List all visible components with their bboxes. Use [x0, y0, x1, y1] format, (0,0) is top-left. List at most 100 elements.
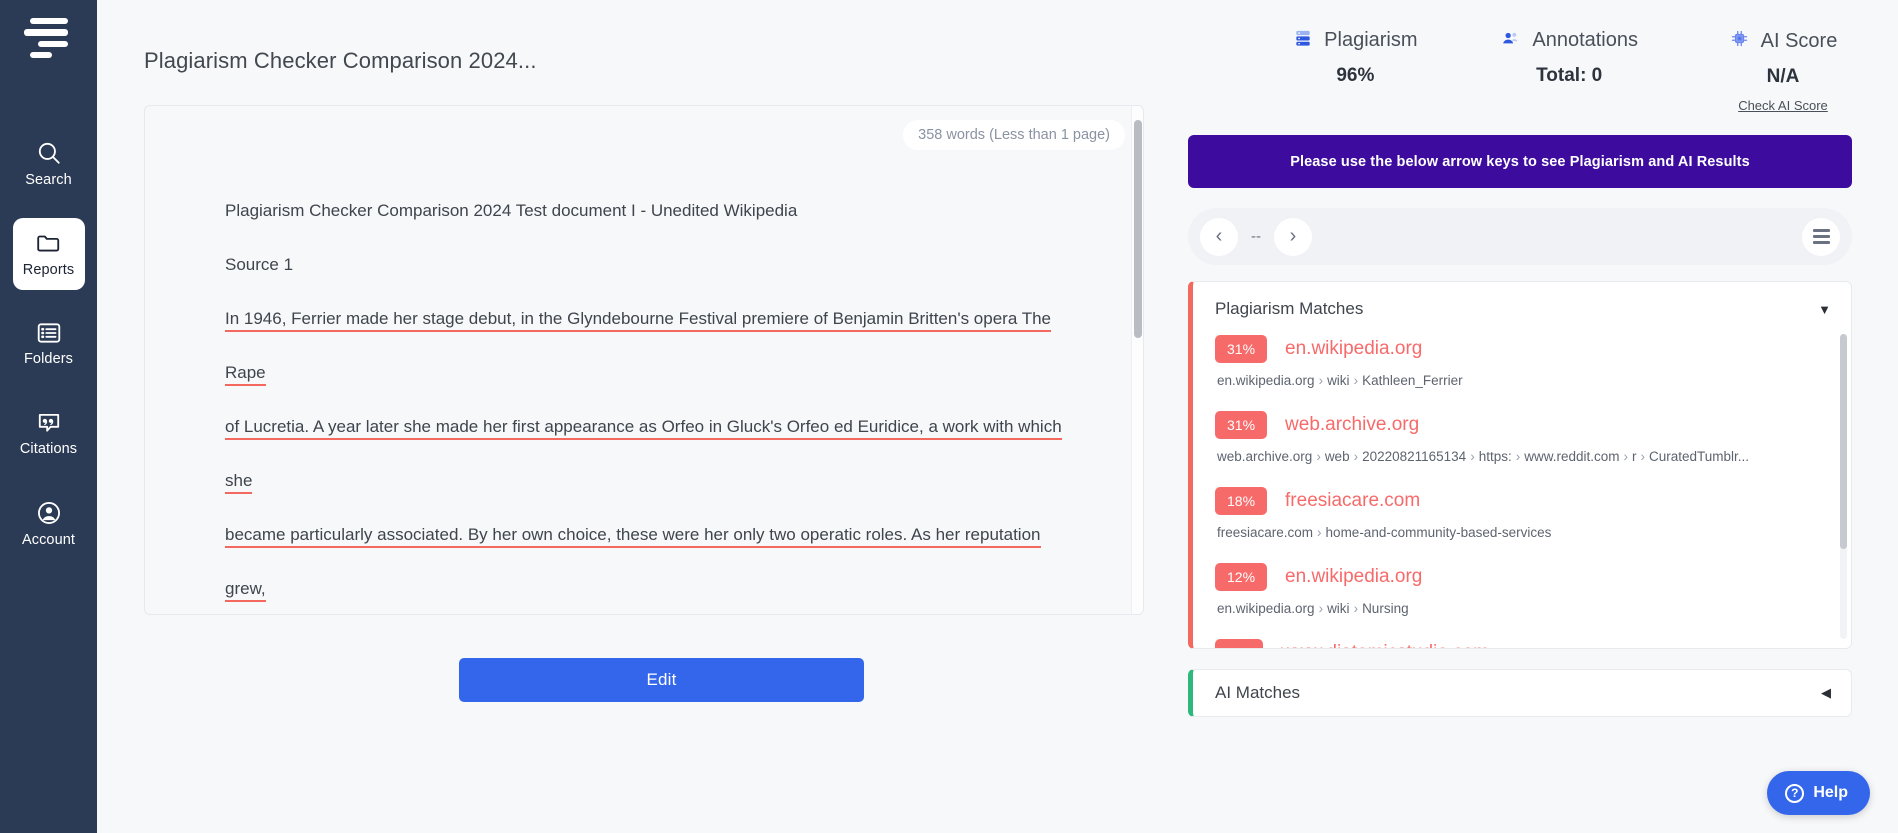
document-line: became particularly associated. By her o… [225, 508, 1083, 614]
match-item[interactable]: 6% www.diatomicstudio.com www.diatomicst… [1215, 639, 1831, 648]
stat-value: 96% [1336, 65, 1375, 86]
stat-plagiarism: Plagiarism 96% [1290, 28, 1420, 87]
sidebar-item-citations[interactable]: Citations [13, 398, 85, 470]
check-ai-score-link[interactable]: Check AI Score [1738, 98, 1828, 113]
breadcrumb-part: wiki [1327, 601, 1350, 616]
help-label: Help [1813, 784, 1848, 801]
match-breadcrumb: freesiacare.com › home-and-community-based… [1217, 525, 1552, 540]
prev-match-button[interactable]: ‹ [1200, 217, 1238, 256]
sidebar-item-search[interactable]: Search [13, 128, 85, 200]
stat-label: Annotations [1532, 29, 1638, 51]
stat-label: AI Score [1760, 29, 1838, 52]
breadcrumb-part: Nursing [1362, 601, 1409, 616]
account-icon [36, 500, 62, 526]
chevron-down-icon[interactable]: ▼ [1818, 303, 1831, 316]
match-item[interactable]: 18% freesiacare.com freesiacare.com › home… [1215, 487, 1831, 540]
document-wrapper: 358 words (Less than 1 page) Plagiarism … [144, 105, 1156, 702]
question-circle-icon: ? [1785, 783, 1805, 803]
plagiarism-highlight[interactable]: of Lucretia. [225, 417, 310, 440]
match-item[interactable]: 12% en.wikipedia.org en.wikipedia.org › wi… [1215, 563, 1831, 616]
breadcrumb-part: 20220821165134 [1362, 449, 1467, 464]
match-domain-link[interactable]: en.wikipedia.org [1285, 338, 1422, 360]
match-percent-badge: 31% [1215, 335, 1268, 363]
sidebar-item-label: Citations [19, 441, 78, 457]
breadcrumb-part: en.wikipedia.org [1217, 601, 1315, 616]
match-percent-badge: 12% [1215, 563, 1268, 591]
breadcrumb-part: freesiacare.com [1217, 525, 1314, 540]
results-navigation-bar: ‹ -- › [1188, 208, 1852, 265]
stat-value: N/A [1766, 66, 1800, 87]
app-root: Search Reports Folders Citations Account… [0, 0, 1898, 833]
sidebar-item-account[interactable]: Account [13, 488, 85, 560]
scrollbar-thumb[interactable] [1840, 334, 1847, 549]
stat-annotations: Annotations Total: 0 [1500, 28, 1638, 87]
word-count-badge: 358 words (Less than 1 page) [903, 120, 1125, 150]
match-breadcrumb: web.archive.org › web › 20220821165134 › https… [1217, 449, 1750, 464]
line-text: Source 1 [225, 255, 294, 274]
plagiarism-highlight[interactable]: By her own choice, these were her only t… [463, 525, 908, 548]
list-icon [36, 321, 62, 345]
plagiarism-highlight[interactable]: became particularly associated. [225, 525, 464, 548]
breadcrumb-part: https: [1478, 449, 1512, 464]
match-domain-link[interactable]: www.diatomicstudio.com [1281, 642, 1489, 648]
sidebar-item-reports[interactable]: Reports [12, 218, 85, 290]
server-icon [1293, 28, 1313, 53]
breadcrumb-part: en.wikipedia.org [1217, 373, 1315, 388]
match-domain-link[interactable]: web.archive.org [1285, 414, 1419, 436]
match-breadcrumb: en.wikipedia.org › wiki › Kathleen_Ferrier [1217, 373, 1463, 388]
plagiarism-panel-scrollbar[interactable] [1840, 334, 1847, 639]
plagiarism-highlight[interactable]: A year later she made her first appearan… [225, 417, 1062, 494]
edit-button[interactable]: Edit [459, 658, 864, 702]
match-domain-link[interactable]: en.wikipedia.org [1285, 566, 1422, 588]
stat-label: Plagiarism [1324, 29, 1418, 51]
stats-bar: Plagiarism 96% Annotations Total: 0 AI S… [1188, 0, 1852, 113]
match-item[interactable]: 31% en.wikipedia.org en.wikipedia.org › wi… [1215, 335, 1831, 388]
breadcrumb-part: Kathleen_Ferrier [1362, 373, 1463, 388]
hamburger-menu-icon[interactable] [1802, 217, 1840, 256]
line-text: Plagiarism Checker Comparison 2024 Test … [225, 201, 798, 220]
stat-ai-score: AI Score N/A Check AI Score [1718, 28, 1848, 113]
document-scrollbar[interactable] [1131, 106, 1143, 614]
ai-chip-icon [1729, 28, 1750, 54]
search-icon [36, 140, 62, 166]
chevron-left-icon[interactable]: ◀ [1821, 685, 1831, 701]
next-match-button[interactable]: › [1274, 217, 1312, 256]
breadcrumb-part: home-and-community-based-services [1325, 525, 1552, 540]
document-line: Plagiarism Checker Comparison 2024 Test … [225, 184, 1083, 238]
match-domain-link[interactable]: freesiacare.com [1285, 490, 1420, 512]
document-card: 358 words (Less than 1 page) Plagiarism … [144, 105, 1144, 615]
plagiarism-panel-header[interactable]: Plagiarism Matches ▼ [1193, 282, 1851, 331]
breadcrumb-part: CuratedTumblr... [1649, 449, 1750, 464]
match-breadcrumb: en.wikipedia.org › wiki › Nursing [1217, 601, 1409, 616]
match-counter: -- [1251, 228, 1261, 245]
stat-value: Total: 0 [1536, 65, 1603, 86]
people-icon [1500, 28, 1521, 53]
sidebar-item-label: Reports [22, 262, 75, 278]
quote-icon [36, 411, 62, 435]
sidebar-item-label: Search [25, 172, 72, 188]
folder-icon [35, 230, 62, 256]
breadcrumb-part: web.archive.org [1217, 449, 1313, 464]
sidebar-item-folders[interactable]: Folders [13, 308, 85, 380]
document-line: of Lucretia. A year later she made her f… [225, 400, 1083, 508]
scrollbar-thumb[interactable] [1134, 120, 1142, 338]
breadcrumb-part: wiki [1327, 373, 1350, 388]
help-button[interactable]: ? Help [1767, 771, 1870, 815]
document-line: Source 1 [225, 238, 1083, 292]
plagiarism-matches-panel: Plagiarism Matches ▼ 31% en.wikipedia.or… [1188, 281, 1852, 649]
match-percent-badge: 18% [1215, 487, 1268, 515]
document-text[interactable]: Plagiarism Checker Comparison 2024 Test … [145, 106, 1143, 614]
match-item[interactable]: 31% web.archive.org web.archive.org › web ›… [1215, 411, 1831, 464]
match-percent-badge: 31% [1215, 411, 1268, 439]
sidebar-item-label: Folders [23, 351, 74, 367]
document-line: In 1946, Ferrier made her stage debut, i… [225, 292, 1083, 400]
results-pane: Plagiarism 96% Annotations Total: 0 AI S… [1188, 0, 1898, 833]
breadcrumb-part: r [1632, 449, 1637, 464]
ai-matches-panel[interactable]: AI Matches ◀ [1188, 669, 1852, 717]
app-logo[interactable] [23, 18, 70, 58]
breadcrumb-part: web [1324, 449, 1350, 464]
sidebar-item-label: Account [21, 532, 76, 548]
plagiarism-highlight[interactable]: In 1946, Ferrier made her stage debut, i… [225, 309, 1051, 386]
info-banner: Please use the below arrow keys to see P… [1188, 135, 1852, 188]
ai-panel-title: AI Matches [1215, 683, 1301, 702]
